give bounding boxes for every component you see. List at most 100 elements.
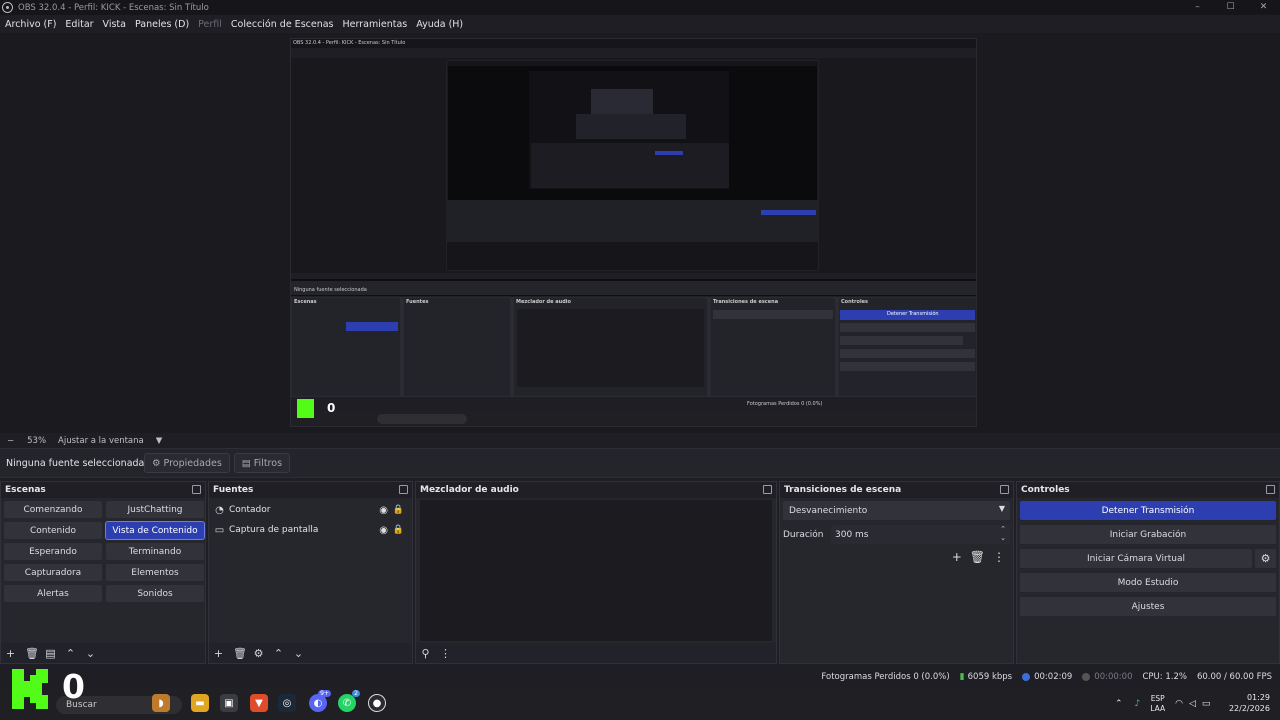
start-recording-button[interactable]: Iniciar Grabación (1020, 525, 1276, 544)
spin-arrows-icon[interactable]: ⌃ ⌄ (1000, 525, 1006, 543)
menu-view[interactable]: Vista (103, 19, 126, 30)
folder-icon[interactable]: ▬ (191, 694, 209, 712)
scene-esperando[interactable]: Esperando (4, 543, 102, 560)
trash-icon[interactable]: 🗑 (233, 647, 247, 660)
lang-top: ESP (1150, 694, 1165, 703)
source-item[interactable]: ◔ Contador ◉ 🔒 (209, 500, 412, 520)
menu-bar: Archivo (F) Editar Vista Paneles (D) Per… (0, 15, 1280, 33)
chevron-down-icon[interactable]: ⌄ (85, 647, 96, 660)
undock-icon[interactable] (399, 485, 408, 494)
audio-mixer-dock: Mezclador de audio ⚲ ⋮ (415, 481, 777, 664)
link-icon[interactable]: ⚲ (420, 647, 431, 660)
volume-icon[interactable]: ◁ (1189, 699, 1196, 709)
trash-icon[interactable]: 🗑 (25, 647, 39, 660)
clock-time: 01:29 (1246, 693, 1270, 702)
controls-dock-header: Controles (1017, 482, 1279, 498)
chevron-down-icon[interactable]: ⌄ (293, 647, 304, 660)
menu-profile[interactable]: Perfil (198, 19, 222, 30)
transition-select[interactable]: Desvanecimiento ▼ (783, 501, 1010, 520)
zoom-bar: − 53% Ajustar a la ventana ▼ (0, 433, 1280, 448)
duration-row: Duración 300 ms ⌃ ⌄ (783, 525, 1010, 544)
whatsapp-icon[interactable]: 2 ✆ (338, 690, 360, 712)
eye-icon[interactable]: ◉ (379, 525, 388, 536)
gear-icon[interactable]: ⚙ (253, 647, 264, 660)
scene-terminando[interactable]: Terminando (106, 543, 204, 560)
close-button[interactable]: ✕ (1247, 0, 1280, 15)
menu-help[interactable]: Ayuda (H) (416, 19, 463, 30)
scenes-list: Comenzando JustChatting Contenido Vista … (1, 498, 205, 605)
store-icon[interactable]: ▣ (220, 694, 238, 712)
transitions-dock: Transiciones de escena Desvanecimiento ▼… (779, 481, 1014, 664)
mixer-dock-header: Mezclador de audio (416, 482, 776, 498)
maximize-button[interactable]: ☐ (1214, 0, 1247, 15)
chevron-up-icon[interactable]: ⌃ (1115, 699, 1123, 709)
gear-icon[interactable]: ⚙ (1255, 549, 1276, 568)
language-indicator[interactable]: ESP LAA (1150, 694, 1165, 714)
system-tray: ⌃ ♪ ESP LAA ◠ ◁ ▭ (1115, 692, 1210, 716)
undock-icon[interactable] (1266, 485, 1275, 494)
undock-icon[interactable] (192, 485, 201, 494)
clock-date: 22/2/2026 (1228, 704, 1270, 713)
discord-icon[interactable]: 9+ ◐ (309, 690, 331, 712)
filters-label: Filtros (253, 457, 283, 469)
menu-tools[interactable]: Herramientas (343, 19, 408, 30)
scene-alertas[interactable]: Alertas (4, 585, 102, 602)
sources-dock-header: Fuentes (209, 482, 412, 498)
properties-label: Propiedades (163, 457, 222, 469)
add-icon[interactable]: + (952, 550, 962, 564)
scene-sonidos[interactable]: Sonidos (106, 585, 204, 602)
stop-stream-button[interactable]: Detener Transmisión (1020, 501, 1276, 520)
microphone-icon[interactable]: ♪ (1135, 699, 1141, 709)
scene-vista-de-contenido[interactable]: Vista de Contenido (105, 521, 205, 540)
scene-justchatting[interactable]: JustChatting (106, 501, 204, 518)
battery-icon[interactable]: ▭ (1202, 699, 1211, 709)
steam-icon[interactable]: ◎ (278, 694, 296, 712)
nested-stop-stream: Detener Transmisión (887, 311, 939, 317)
scene-comenzando[interactable]: Comenzando (4, 501, 102, 518)
obs-icon[interactable]: ● (368, 694, 386, 712)
menu-scene-collection[interactable]: Colección de Escenas (231, 19, 334, 30)
taskbar-clock[interactable]: 01:29 22/2/2026 (1222, 692, 1270, 714)
wifi-icon[interactable]: ◠ (1175, 699, 1183, 709)
studio-mode-button[interactable]: Modo Estudio (1020, 573, 1276, 592)
add-source-icon[interactable]: + (213, 647, 224, 660)
sources-title: Fuentes (213, 485, 254, 495)
chevron-down-icon[interactable]: ▼ (156, 436, 163, 446)
chevron-up-icon[interactable]: ⌃ (273, 647, 284, 660)
chevron-up-icon[interactable]: ⌃ (65, 647, 76, 660)
minimize-button[interactable]: – (1181, 0, 1214, 15)
fps-readout: 60.00 / 60.00 FPS (1196, 672, 1272, 682)
brave-icon[interactable]: ▼ (250, 694, 268, 712)
mixer-title: Mezclador de audio (420, 485, 519, 495)
eye-icon[interactable]: ◉ (379, 505, 388, 516)
source-item[interactable]: ▭ Captura de pantalla ◉ 🔒 (209, 520, 412, 540)
zoom-fit-select[interactable]: Ajustar a la ventana (58, 436, 144, 446)
filters-button[interactable]: ▤ Filtros (233, 453, 291, 473)
lock-icon[interactable]: 🔒 (393, 525, 404, 535)
scene-elementos[interactable]: Elementos (106, 564, 204, 581)
undock-icon[interactable] (1000, 485, 1009, 494)
zoom-out-button[interactable]: − (7, 436, 14, 446)
cpu-usage: CPU: 1.2% (1142, 672, 1187, 682)
start-virtual-cam-button[interactable]: Iniciar Cámara Virtual (1020, 549, 1252, 568)
more-icon[interactable]: ⋮ (993, 550, 1005, 564)
menu-docks[interactable]: Paneles (D) (135, 19, 189, 30)
scene-contenido[interactable]: Contenido (4, 522, 102, 539)
settings-button[interactable]: Ajustes (1020, 597, 1276, 616)
transition-tools: + 🗑 ⋮ (952, 550, 1005, 564)
nested-counter: 0 (327, 401, 336, 415)
filter-icon[interactable]: ▤ (45, 647, 56, 660)
menu-edit[interactable]: Editar (65, 19, 93, 30)
undock-icon[interactable] (763, 485, 772, 494)
duration-spinbox[interactable]: 300 ms ⌃ ⌄ (831, 525, 1010, 544)
cat-icon[interactable]: ◗ (152, 694, 170, 712)
scene-capturadora[interactable]: Capturadora (4, 564, 102, 581)
more-icon[interactable]: ⋮ (440, 647, 451, 660)
menu-file[interactable]: Archivo (F) (5, 19, 56, 30)
nested-scenes-title: Escenas (294, 299, 317, 305)
properties-button[interactable]: ⚙ Propiedades (144, 453, 230, 473)
add-scene-icon[interactable]: + (5, 647, 16, 660)
trash-icon[interactable]: 🗑 (970, 550, 985, 564)
lang-bottom: LAA (1150, 704, 1166, 713)
lock-icon[interactable]: 🔒 (393, 505, 404, 515)
